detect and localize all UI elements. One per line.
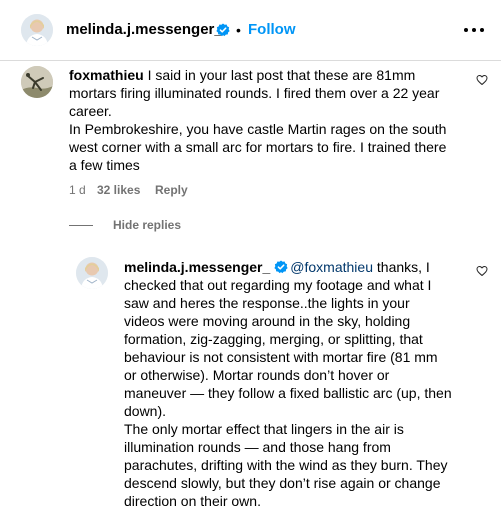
comment-text: foxmathieu I said in your last post that… — [69, 66, 449, 174]
avatar-image — [21, 66, 53, 98]
post-header: melinda.j.messenger_ • Follow — [0, 0, 501, 61]
author-avatar[interactable] — [21, 14, 53, 46]
reply-button[interactable]: Reply — [155, 182, 188, 198]
author-username[interactable]: melinda.j.messenger_ — [66, 20, 223, 40]
follow-button[interactable]: Follow — [248, 20, 296, 40]
avatar-image — [21, 14, 53, 46]
commenter-avatar[interactable] — [21, 66, 53, 98]
verified-badge-icon — [216, 23, 230, 37]
hide-replies-label: Hide replies — [113, 218, 182, 232]
comment-time: 1 d — [69, 183, 86, 197]
reply-author-avatar[interactable] — [76, 257, 108, 289]
comment-username[interactable]: foxmathieu — [69, 67, 144, 83]
hide-replies-line — [69, 225, 93, 226]
reply-text: melinda.j.messenger_ @foxmathieu thanks, … — [124, 258, 452, 510]
comment-likes[interactable]: 32 likes — [97, 182, 140, 198]
like-heart-icon[interactable] — [476, 74, 488, 86]
separator-dot: • — [236, 22, 241, 38]
reply-mention-link[interactable]: @foxmathieu — [290, 259, 373, 275]
more-options-icon[interactable] — [461, 20, 487, 40]
reply-content: thanks, I checked that out regarding my … — [124, 259, 452, 509]
verified-badge-icon — [274, 260, 288, 274]
reply-username[interactable]: melinda.j.messenger_ — [124, 259, 270, 275]
avatar-image — [76, 257, 108, 289]
like-heart-icon[interactable] — [476, 265, 488, 277]
